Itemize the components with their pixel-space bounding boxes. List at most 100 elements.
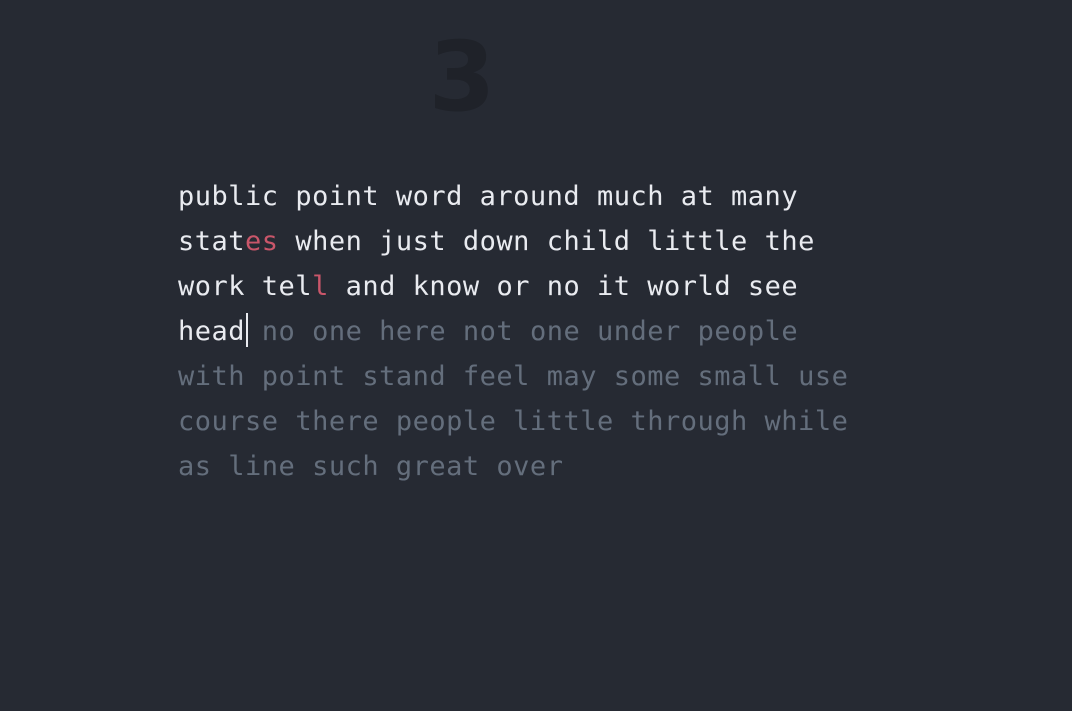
- word: while: [765, 406, 849, 437]
- word: around: [480, 181, 581, 212]
- incorrect-letters: l: [312, 271, 329, 302]
- word: see: [748, 271, 798, 302]
- word: just: [379, 226, 446, 257]
- untyped-letters: feel: [462, 361, 530, 392]
- word: such: [312, 451, 379, 482]
- countdown-timer: 3: [428, 21, 496, 133]
- untyped-letters: people: [697, 316, 799, 347]
- word: small: [698, 361, 782, 392]
- untyped-letters: stand: [362, 361, 447, 392]
- untyped-letters: some: [613, 361, 681, 392]
- typed-letters: point: [295, 181, 380, 212]
- untyped-letters: may: [546, 361, 597, 392]
- untyped-letters: little: [513, 406, 614, 437]
- word: here: [379, 316, 446, 347]
- untyped-letters: course: [178, 406, 279, 437]
- typed-letters: head: [178, 316, 246, 347]
- typed-letters: when: [295, 226, 363, 257]
- word: much: [597, 181, 664, 212]
- typed-letters: child: [546, 226, 631, 257]
- word: not: [463, 316, 513, 347]
- word: world: [647, 271, 731, 302]
- text-caret: [246, 313, 249, 347]
- word: down: [463, 226, 530, 257]
- word: know: [413, 271, 480, 302]
- typed-letters: it: [597, 271, 631, 302]
- word: child: [547, 226, 631, 257]
- untyped-letters: not: [462, 316, 514, 347]
- words-area[interactable]: public point word around much at many sta…: [178, 174, 938, 489]
- word: great: [396, 451, 480, 482]
- untyped-letters: through: [630, 406, 748, 437]
- typed-letters: world: [647, 271, 732, 302]
- word: under: [597, 316, 681, 347]
- typed-letters: around: [479, 181, 581, 212]
- word: people: [698, 316, 799, 347]
- untyped-letters: while: [764, 406, 849, 437]
- word-line: public point word around much at many: [178, 174, 938, 219]
- typed-letters: much: [596, 181, 664, 212]
- typed-letters: just: [379, 226, 447, 257]
- word: the: [765, 226, 815, 257]
- word: use: [798, 361, 848, 392]
- word: it: [597, 271, 631, 302]
- typed-letters: work: [178, 271, 246, 302]
- word: head: [178, 313, 249, 347]
- untyped-letters: such: [312, 451, 380, 482]
- untyped-letters: use: [798, 361, 849, 392]
- word: through: [630, 406, 747, 437]
- word-line: work tell and know or no it world see: [178, 264, 938, 309]
- word: work: [178, 271, 245, 302]
- typed-letters: and: [345, 271, 396, 302]
- word: little: [513, 406, 614, 437]
- word-line: as line such great over: [178, 444, 938, 489]
- typing-test: 3 public point word around much at many s…: [0, 0, 1072, 711]
- typed-letters: at: [680, 181, 715, 212]
- word-line: states when just down child little the: [178, 219, 938, 264]
- typed-letters: many: [731, 181, 799, 212]
- word-line: course there people little through while: [178, 399, 938, 444]
- word: there: [295, 406, 379, 437]
- word: when: [295, 226, 362, 257]
- word: and: [346, 271, 396, 302]
- typed-letters: see: [747, 271, 799, 302]
- typed-letters: public: [178, 181, 279, 212]
- word: as: [178, 451, 212, 482]
- word: people: [396, 406, 497, 437]
- untyped-letters: over: [496, 451, 564, 482]
- word: no: [262, 316, 296, 347]
- untyped-letters: no: [261, 316, 296, 347]
- untyped-letters: one: [312, 316, 363, 347]
- untyped-letters: great: [395, 451, 480, 482]
- untyped-letters: point: [261, 361, 346, 392]
- untyped-letters: one: [529, 316, 581, 347]
- typed-letters: no: [546, 271, 581, 302]
- word: some: [614, 361, 681, 392]
- untyped-letters: line: [228, 451, 296, 482]
- typed-letters: stat: [178, 226, 246, 257]
- word: no: [547, 271, 581, 302]
- word: line: [228, 451, 295, 482]
- word: over: [496, 451, 563, 482]
- word: at: [681, 181, 715, 212]
- word: one: [530, 316, 580, 347]
- word: many: [731, 181, 798, 212]
- word: stand: [362, 361, 446, 392]
- word: one: [312, 316, 362, 347]
- untyped-letters: there: [295, 406, 380, 437]
- incorrect-letters: es: [245, 226, 279, 257]
- word: feel: [463, 361, 530, 392]
- word: states: [178, 226, 279, 257]
- untyped-letters: as: [178, 451, 212, 482]
- word: tell: [262, 271, 329, 302]
- untyped-letters: under: [597, 316, 681, 347]
- typed-letters: word: [395, 181, 463, 212]
- word-line: with point stand feel may some small use: [178, 354, 938, 399]
- word: word: [396, 181, 463, 212]
- typed-letters: or: [496, 271, 530, 302]
- word: little: [647, 226, 748, 257]
- typed-letters: know: [412, 271, 480, 302]
- word: may: [547, 361, 597, 392]
- word: with: [178, 361, 245, 392]
- typed-letters: the: [764, 226, 815, 257]
